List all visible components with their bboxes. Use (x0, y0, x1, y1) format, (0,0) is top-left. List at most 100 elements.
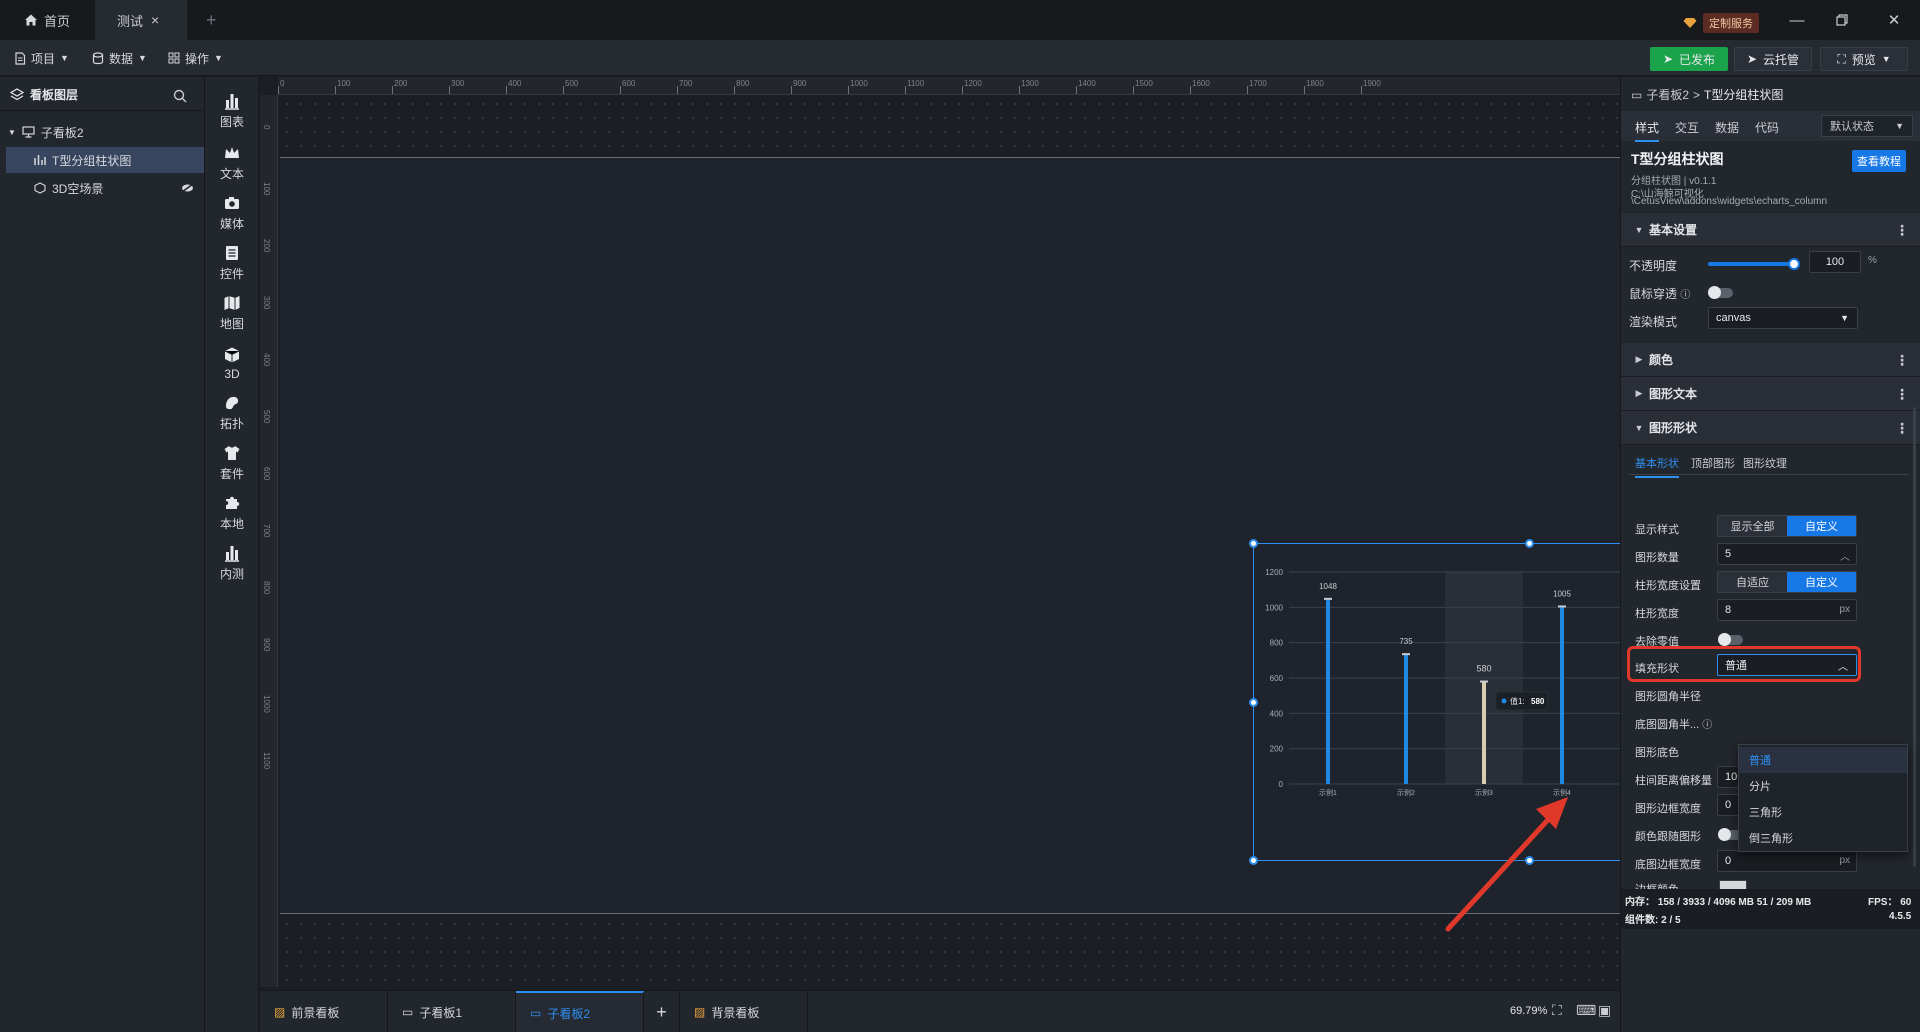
display-custom-option[interactable]: 自定义 (1787, 516, 1856, 536)
tab-test[interactable]: 测试 × (95, 0, 187, 40)
bar-width-input[interactable]: 8 px (1717, 599, 1857, 621)
display-style-toggle[interactable]: 显示全部 自定义 (1717, 515, 1857, 537)
layers-panel: 看板图层 ▼ 子看板2 T型分组柱状图 3D空场景 (0, 77, 205, 1032)
tool-text[interactable]: 文本 (205, 135, 259, 191)
stepper-up-icon[interactable]: ︿ (1840, 548, 1850, 563)
cloud-host-button[interactable]: ➤ 云托管 (1734, 47, 1812, 71)
preview-button[interactable]: ⛶ 预览 ▼ (1820, 47, 1908, 71)
title-bar: 首页 测试 × + 定制服务 — ✕ (0, 0, 1920, 40)
dropdown-option-inverted-triangle[interactable]: 倒三角形 (1739, 825, 1907, 851)
published-button[interactable]: ➤ 已发布 (1650, 47, 1728, 71)
tool-media[interactable]: 媒体 (205, 185, 259, 241)
tool-chart[interactable]: 图表 (205, 83, 259, 139)
bar-width-setting-toggle[interactable]: 自适应 自定义 (1717, 571, 1857, 593)
layer-item-chart[interactable]: T型分组柱状图 (6, 147, 204, 173)
fill-shape-value: 普通 (1725, 660, 1747, 672)
tab-shape-texture[interactable]: 图形纹理 (1743, 455, 1787, 471)
custom-service-button[interactable]: 定制服务 (1683, 13, 1759, 33)
base-border-width-label: 底图边框宽度 (1635, 859, 1701, 871)
tool-topology[interactable]: 拓扑 (205, 385, 259, 441)
tab-style[interactable]: 样式 (1635, 119, 1660, 142)
eye-hidden-icon[interactable] (181, 183, 194, 193)
resize-handle-n[interactable] (1525, 539, 1534, 548)
board-tab-background[interactable]: ▨ 背景看板 (680, 991, 808, 1032)
fit-screen-icon[interactable]: ⛶ (1552, 1002, 1562, 1019)
fill-shape-select[interactable]: 普通 ︿ (1717, 654, 1857, 676)
close-icon[interactable]: × (151, 12, 159, 28)
tool-beta[interactable]: 内测 (205, 535, 259, 591)
search-icon[interactable] (173, 89, 187, 103)
state-select[interactable]: 默认状态 ▼ (1821, 115, 1913, 137)
resize-handle-w[interactable] (1249, 698, 1258, 707)
tool-3d[interactable]: 3D (205, 335, 259, 391)
preview-label: 预览 (1851, 52, 1876, 67)
render-mode-select[interactable]: canvas ▼ (1708, 307, 1858, 329)
add-board-button[interactable]: + (644, 991, 680, 1032)
dropdown-option-slice[interactable]: 分片 (1739, 773, 1907, 799)
more-icon[interactable]: ⋮ (1895, 420, 1909, 437)
section-basic[interactable]: ▼ 基本设置 ⋮ (1621, 213, 1920, 247)
menu-project[interactable]: 项目 ▼ (14, 40, 69, 76)
restore-button[interactable] (1820, 0, 1864, 40)
more-icon[interactable]: ⋮ (1895, 386, 1909, 403)
resize-handle-sw[interactable] (1249, 856, 1258, 865)
help-icon[interactable]: ⓘ (1702, 720, 1712, 731)
zoom-level[interactable]: 69.79% (1510, 1005, 1547, 1017)
design-canvas[interactable]: 0 100 200 300 400 500 600 700 800 900 1000 1100 1200… (260, 77, 1620, 987)
diamond-icon (1683, 18, 1697, 28)
remove-zero-toggle[interactable] (1718, 633, 1743, 646)
section-shape[interactable]: ▼ 图形形状 ⋮ (1621, 411, 1920, 445)
ruler-top[interactable]: 0 100 200 300 400 500 600 700 800 900 1000 1100 1200… (278, 77, 1620, 95)
terminal-icon[interactable]: ▣ (1598, 1002, 1611, 1019)
shape-count-input[interactable]: 5 ︿ (1717, 543, 1857, 565)
new-tab-button[interactable]: + (192, 0, 228, 40)
scrollbar[interactable] (1913, 407, 1916, 867)
tab-basic-shape[interactable]: 基本形状 (1635, 455, 1679, 478)
close-window-button[interactable]: ✕ (1872, 0, 1916, 40)
menu-operate[interactable]: 操作 ▼ (168, 40, 223, 76)
board-tab-sub1[interactable]: ▭ 子看板1 (388, 991, 516, 1032)
dropdown-option-triangle[interactable]: 三角形 (1739, 799, 1907, 825)
tool-widget[interactable]: 控件 (205, 235, 259, 291)
tab-top-shape[interactable]: 顶部图形 (1691, 455, 1735, 471)
tool-kit[interactable]: 套件 (205, 435, 259, 491)
base-border-width-input[interactable]: 0 px (1717, 850, 1857, 872)
tool-map[interactable]: 地图 (205, 285, 259, 341)
minimize-button[interactable]: — (1775, 0, 1819, 40)
keyboard-icon[interactable]: ⌨ (1576, 1002, 1596, 1019)
opacity-slider-handle[interactable] (1787, 258, 1800, 270)
section-color[interactable]: ▶ 颜色 ⋮ (1621, 343, 1920, 377)
dropdown-option-normal[interactable]: 普通 (1739, 747, 1907, 773)
adaptive-option[interactable]: 自适应 (1718, 572, 1787, 592)
board-tab-label: 子看板1 (419, 1005, 463, 1020)
mouse-through-toggle[interactable] (1708, 286, 1733, 299)
resize-handle-nw[interactable] (1249, 539, 1258, 548)
bar-width-label: 柱形宽度 (1635, 608, 1679, 620)
ruler-tick (278, 86, 279, 94)
tutorial-button[interactable]: 查看教程 (1852, 150, 1906, 172)
menu-data[interactable]: 数据 ▼ (92, 40, 147, 76)
ruler-left[interactable]: 0 100 200 300 400 500 600 700 800 900 1000 1100 (260, 95, 278, 987)
tab-code[interactable]: 代码 (1755, 119, 1779, 136)
board-tab-foreground[interactable]: ▨ 前景看板 (260, 991, 388, 1032)
opacity-input[interactable]: 100 (1809, 251, 1861, 273)
board-tab-sub2[interactable]: ▭ 子看板2 (516, 991, 644, 1032)
tab-interaction[interactable]: 交互 (1675, 119, 1699, 136)
opacity-slider[interactable] (1708, 258, 1800, 270)
caret-down-icon: ▼ (1634, 422, 1644, 433)
more-icon[interactable]: ⋮ (1895, 352, 1909, 369)
layer-item-board[interactable]: ▼ 子看板2 (0, 119, 205, 145)
tool-local[interactable]: 本地 (205, 485, 259, 541)
custom-option[interactable]: 自定义 (1787, 572, 1856, 592)
tab-data[interactable]: 数据 (1715, 119, 1739, 136)
help-icon[interactable]: ⓘ (1680, 290, 1690, 301)
base-radius-label: 底图圆角半... ⓘ (1635, 716, 1712, 732)
display-all-option[interactable]: 显示全部 (1718, 516, 1787, 536)
section-text[interactable]: ▶ 图形文本 ⋮ (1621, 377, 1920, 411)
restore-icon (1836, 14, 1848, 26)
tab-home[interactable]: 首页 (10, 0, 90, 40)
breadcrumb-parent[interactable]: 子看板2 (1646, 86, 1689, 103)
layer-item-3d[interactable]: 3D空场景 (0, 175, 205, 201)
bar (1482, 681, 1486, 784)
more-icon[interactable]: ⋮ (1895, 222, 1909, 239)
